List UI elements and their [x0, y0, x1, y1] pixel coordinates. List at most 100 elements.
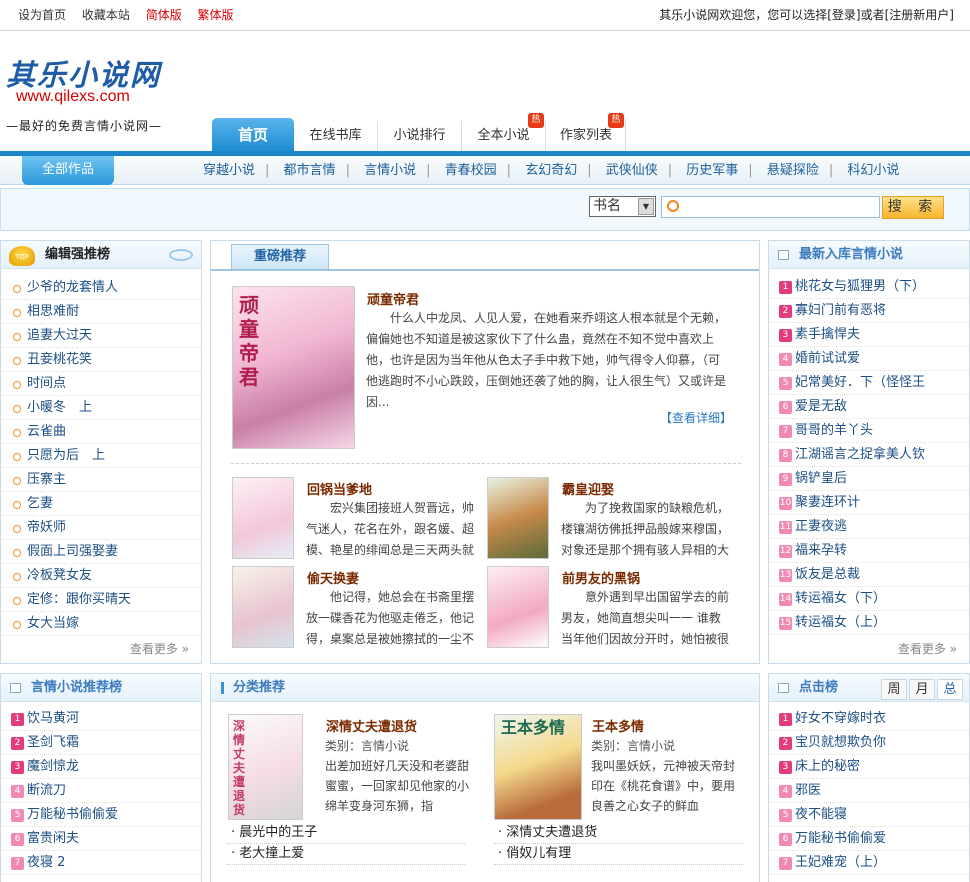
ranked-list-item[interactable]: 3 床上的秘密: [769, 755, 969, 779]
register-link[interactable]: [注册新用户]: [885, 8, 954, 22]
ranked-list-item[interactable]: 10 聚妻连环计: [769, 491, 969, 515]
ranked-list-item[interactable]: 13 饭友是总裁: [769, 563, 969, 587]
ranked-list-item[interactable]: 8 江湖谣言之捉拿美人钦: [769, 443, 969, 467]
book-cover-image[interactable]: 顽童帝君: [232, 286, 355, 449]
book-title[interactable]: 偷天换妻: [307, 568, 359, 587]
list-item[interactable]: 假面上司强娶妻: [1, 540, 201, 564]
more-link[interactable]: 查看更多 »: [898, 640, 957, 657]
list-item[interactable]: 小暖冬 上: [1, 396, 201, 420]
nav-home[interactable]: 首页: [212, 118, 294, 152]
list-item[interactable]: · 晨光中的王子: [227, 823, 465, 844]
more-label: 查看更多: [129, 642, 178, 656]
ranked-list-item[interactable]: 4 婚前试试爱: [769, 347, 969, 371]
login-link[interactable]: [登录]: [827, 8, 860, 22]
book-cover-image[interactable]: [232, 566, 294, 648]
nav-authors[interactable]: 作家列表 热: [546, 113, 626, 151]
ranked-list-item[interactable]: 6 富贵闲夫: [1, 827, 201, 851]
list-item[interactable]: 丑妾桃花笑: [1, 348, 201, 372]
list-item[interactable]: 只愿为后 上: [1, 444, 201, 468]
ranked-list-item[interactable]: 2 圣剑飞霜: [1, 731, 201, 755]
ranked-list-item[interactable]: 1 桃花女与狐狸男（下）: [769, 275, 969, 299]
list-item[interactable]: 时间点: [1, 372, 201, 396]
search-input[interactable]: [661, 196, 880, 218]
ranked-list-item[interactable]: 5 妃常美好．下（怪怪王: [769, 371, 969, 395]
cat-link[interactable]: 科幻小说: [840, 163, 906, 178]
list-item[interactable]: · 老大撞上爱: [227, 844, 465, 865]
simplified-link[interactable]: 简体版: [146, 8, 182, 22]
ranked-list-item[interactable]: 3 魔剑惊龙: [1, 755, 201, 779]
item-title: 哥哥的羊丫头: [795, 423, 874, 438]
search-type-select[interactable]: 书名 ▼: [589, 196, 656, 217]
book-title[interactable]: 王本多情: [592, 716, 644, 735]
set-home-link[interactable]: 设为首页: [18, 8, 66, 22]
list-item[interactable]: 女大当嫁: [1, 612, 201, 636]
book-title[interactable]: 回锅当爹地: [307, 479, 372, 498]
list-item[interactable]: · 深情丈夫遭退货: [494, 823, 744, 844]
list-item[interactable]: 定修：跟你买晴天: [1, 588, 201, 612]
ranked-list-item[interactable]: 7 王妃难宠（上）: [769, 851, 969, 875]
list-item[interactable]: 乞妻: [1, 492, 201, 516]
cat-link[interactable]: 都市言情: [277, 163, 343, 178]
more-link[interactable]: 查看更多 »: [130, 640, 189, 657]
ranked-list-item[interactable]: 7 哥哥的羊丫头: [769, 419, 969, 443]
book-cover-image[interactable]: [487, 477, 549, 559]
cat-link[interactable]: 武侠仙侠: [599, 163, 665, 178]
list-item[interactable]: 冷板凳女友: [1, 564, 201, 588]
featured-tab[interactable]: 重磅推荐: [231, 244, 329, 269]
all-works-tab[interactable]: 全部作品: [22, 156, 114, 185]
cat-link[interactable]: 言情小说: [357, 163, 423, 178]
double-chevron-icon: »: [181, 642, 189, 656]
ranked-list-item[interactable]: 5 夜不能寝: [769, 803, 969, 827]
ranked-list-item[interactable]: 5 万能秘书偷偷爱: [1, 803, 201, 827]
nav-online-library[interactable]: 在线书库: [294, 121, 378, 151]
list-item[interactable]: 压寨主: [1, 468, 201, 492]
list-item[interactable]: 帝妖师: [1, 516, 201, 540]
book-title[interactable]: 顽童帝君: [367, 289, 419, 308]
list-item[interactable]: 云雀曲: [1, 420, 201, 444]
tab-month[interactable]: 月: [909, 679, 935, 700]
ranked-list-item[interactable]: 4 邪医: [769, 779, 969, 803]
tab-total[interactable]: 总: [937, 679, 963, 700]
ranked-list-item[interactable]: 15 转运福女（上）: [769, 611, 969, 635]
ranked-list-item[interactable]: 6 万能秘书偷偷爱: [769, 827, 969, 851]
tab-week[interactable]: 周: [881, 679, 907, 700]
book-cover-image[interactable]: 深情丈夫遭退货: [228, 714, 303, 820]
ranked-list-item[interactable]: 1 好女不穿嫁时衣: [769, 707, 969, 731]
ranked-list-item[interactable]: 4 断流刀: [1, 779, 201, 803]
list-item[interactable]: 少爷的龙套情人: [1, 276, 201, 300]
cat-link[interactable]: 历史军事: [679, 163, 745, 178]
rank-number: 3: [779, 761, 792, 774]
cat-link[interactable]: 玄幻奇幻: [518, 163, 584, 178]
ranked-list-item[interactable]: 11 正妻夜逃: [769, 515, 969, 539]
item-title: 聚妻连环计: [795, 495, 861, 510]
book-title[interactable]: 前男友的黑锅: [562, 568, 640, 587]
ranked-list-item[interactable]: 1 饮马黄河: [1, 707, 201, 731]
ranked-list-item[interactable]: 7 夜寝 2: [1, 851, 201, 875]
category-nav: 全部作品 穿越小说 | 都市言情 | 言情小说 | 青春校园 | 玄幻奇幻 | 武侠仙侠 |…: [0, 156, 970, 185]
nav-complete-novels[interactable]: 全本小说 热: [462, 113, 546, 151]
book-cover-image[interactable]: 王本多情: [494, 714, 582, 820]
book-cover-image[interactable]: [487, 566, 549, 648]
ranked-list-item[interactable]: 9 锅铲皇后: [769, 467, 969, 491]
ranked-list-item[interactable]: 12 福来孕转: [769, 539, 969, 563]
bookmark-link[interactable]: 收藏本站: [82, 8, 130, 22]
book-title[interactable]: 深情丈夫遭退货: [326, 716, 417, 735]
list-item[interactable]: 追妻大过天: [1, 324, 201, 348]
list-item[interactable]: 相思难耐: [1, 300, 201, 324]
cat-link[interactable]: 青春校园: [438, 163, 504, 178]
view-detail-link[interactable]: 【查看详细】: [660, 409, 732, 426]
ranked-list-item[interactable]: 2 寡妇门前有恶将: [769, 299, 969, 323]
cat-link[interactable]: 穿越小说: [196, 163, 262, 178]
ranked-list-item[interactable]: 3 素手擒悍夫: [769, 323, 969, 347]
book-cover-image[interactable]: [232, 477, 294, 559]
traditional-link[interactable]: 繁体版: [198, 8, 234, 22]
nav-ranking[interactable]: 小说排行: [378, 121, 462, 151]
book-title[interactable]: 霸皇迎娶: [562, 479, 614, 498]
ranked-list-item[interactable]: 6 爱是无敌: [769, 395, 969, 419]
search-button[interactable]: 搜 索: [882, 196, 944, 219]
site-logo[interactable]: 其乐小说网 www.qilexs.com —最好的免费言情小说网—: [6, 52, 161, 133]
ranked-list-item[interactable]: 2 宝贝就想欺负你: [769, 731, 969, 755]
ranked-list-item[interactable]: 14 转运福女（下）: [769, 587, 969, 611]
cat-link[interactable]: 悬疑探险: [760, 163, 826, 178]
list-item[interactable]: · 俏奴儿有理: [494, 844, 744, 865]
